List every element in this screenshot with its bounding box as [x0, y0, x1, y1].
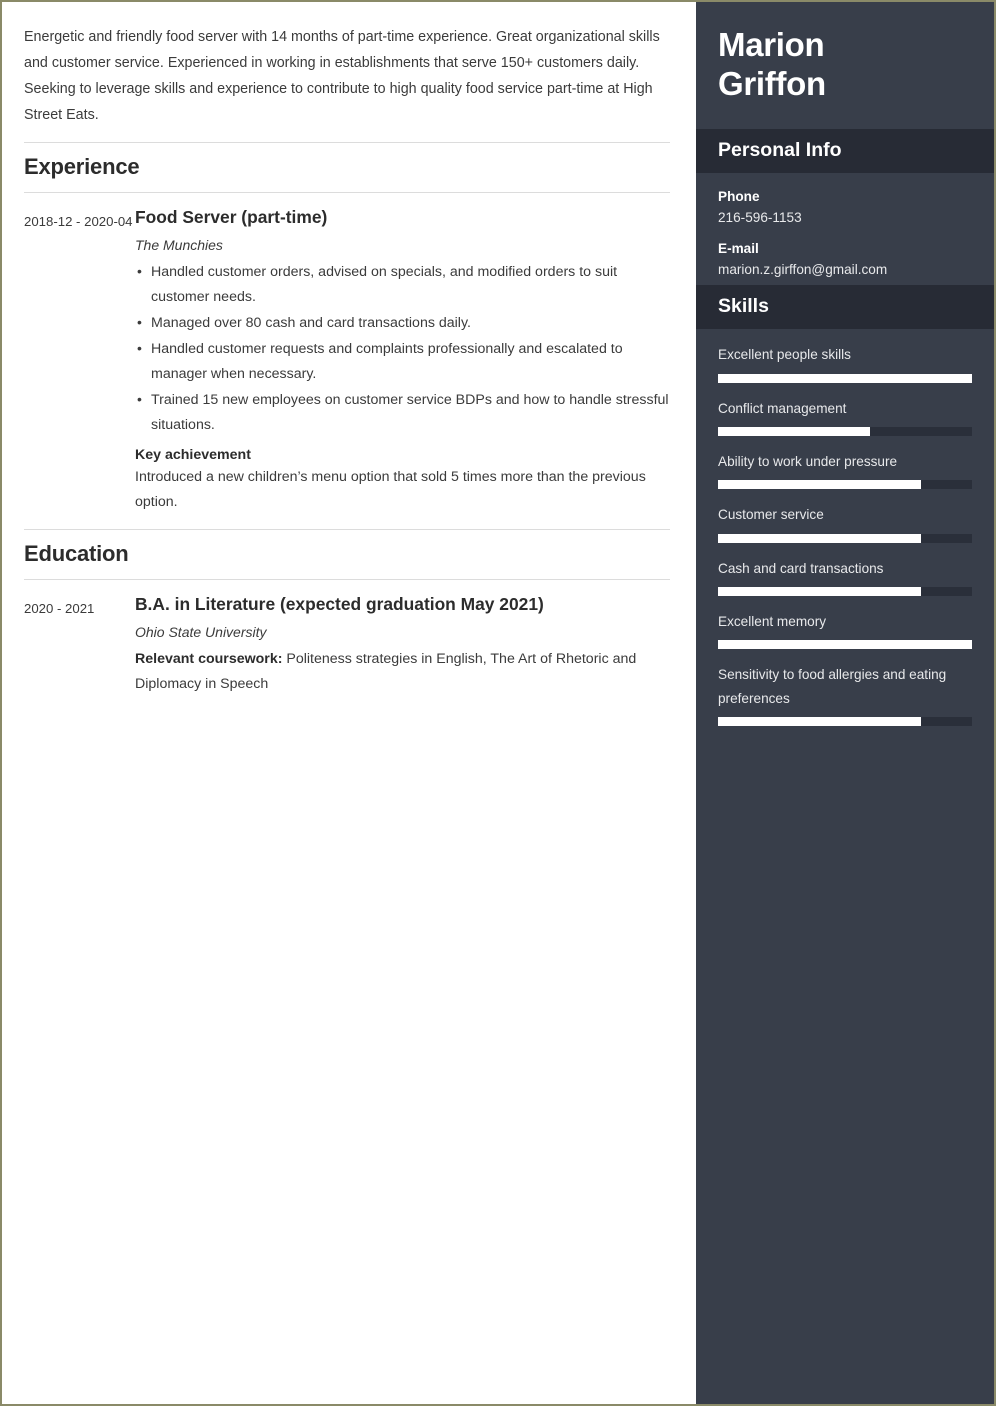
section-heading-experience: Experience: [24, 154, 140, 180]
resume-page: Energetic and friendly food server with …: [0, 0, 996, 1406]
skill-bar-track: [718, 533, 972, 543]
skill-label: Conflict management: [718, 400, 847, 416]
skill-bar-track: [718, 373, 972, 383]
skill-bar-track: [718, 717, 972, 727]
list-item: Handled customer orders, advised on spec…: [135, 259, 670, 310]
candidate-name-block: Marion Griffon: [696, 2, 994, 130]
skill-item: Conflict management: [718, 397, 972, 436]
experience-entry: 2018-12 - 2020-04 Food Server (part-time…: [24, 207, 670, 515]
phone-value: 216-596-1153: [718, 210, 802, 226]
relevant-coursework: Relevant coursework: Politeness strategi…: [135, 647, 670, 697]
email-label: E-mail: [718, 241, 759, 257]
skill-label: Ability to work under pressure: [718, 453, 898, 469]
sidebar-heading-skills: Skills: [696, 285, 994, 330]
skill-bar-fill: [718, 717, 922, 727]
education-divider-top: [24, 528, 670, 530]
job-title: Food Server (part-time): [135, 207, 328, 228]
phone-label: Phone: [718, 189, 760, 205]
skill-label: Customer service: [718, 507, 824, 523]
skill-bar-track: [718, 587, 972, 597]
education-entry: 2020 - 2021 B.A. in Literature (expected…: [24, 594, 670, 697]
skill-item: Sensitivity to food allergies and eating…: [718, 663, 972, 727]
skill-bar-track: [718, 480, 972, 490]
education-divider-bottom: [24, 578, 670, 580]
education-dates: 2020 - 2021: [24, 600, 95, 616]
skills-list: Excellent people skills Conflict managem…: [696, 329, 994, 744]
skill-bar-fill: [718, 587, 922, 597]
section-heading-education: Education: [24, 540, 129, 566]
skill-item: Customer service: [718, 503, 972, 543]
employer-name: The Munchies: [135, 237, 223, 254]
skill-bar-fill: [718, 640, 972, 650]
skill-label: Excellent people skills: [718, 347, 851, 363]
list-item: Trained 15 new employees on customer ser…: [135, 387, 670, 438]
key-achievement-label: Key achievement: [135, 446, 251, 463]
coursework-label: Relevant coursework:: [135, 650, 283, 667]
section-divider-top: [24, 142, 670, 144]
skill-label: Excellent memory: [718, 614, 827, 630]
skill-bar-track: [718, 640, 972, 650]
resume-sidebar: Marion Griffon Personal Info Phone 216-5…: [696, 2, 994, 1404]
experience-dates: 2018-12 - 2020-04: [24, 214, 133, 230]
candidate-first-name: Marion: [718, 26, 825, 63]
skill-item: Ability to work under pressure: [718, 450, 972, 490]
sidebar-heading-personal-info: Personal Info: [696, 129, 994, 174]
candidate-last-name: Griffon: [718, 64, 826, 102]
skill-bar-fill: [718, 426, 871, 436]
skill-item: Excellent people skills: [718, 343, 972, 383]
school-name: Ohio State University: [135, 623, 267, 640]
skill-item: Cash and card transactions: [718, 557, 972, 597]
skill-label: Cash and card transactions: [718, 560, 884, 576]
personal-info-body: Phone 216-596-1153 E-mail marion.z.girff…: [696, 173, 994, 285]
skill-label: Sensitivity to food allergies and eating…: [718, 667, 947, 706]
email-value: marion.z.girffon@gmail.com: [718, 262, 888, 278]
skill-bar-fill: [718, 373, 972, 383]
education-body: B.A. in Literature (expected graduation …: [135, 594, 670, 697]
skill-bar-fill: [718, 533, 922, 543]
list-item: Handled customer requests and complaints…: [135, 336, 670, 387]
resume-main-column: Energetic and friendly food server with …: [2, 2, 696, 1404]
professional-summary: Energetic and friendly food server with …: [24, 29, 660, 124]
degree-title: B.A. in Literature (expected graduation …: [135, 593, 544, 614]
list-item: Managed over 80 cash and card transactio…: [135, 310, 670, 336]
skill-bar-track: [718, 426, 972, 436]
skill-item: Excellent memory: [718, 610, 972, 650]
experience-bullet-list: Handled customer orders, advised on spec…: [135, 259, 670, 438]
section-divider-bottom: [24, 192, 670, 194]
key-achievement-text: Introduced a new children’s menu option …: [135, 468, 646, 510]
experience-body: Food Server (part-time) The Munchies Han…: [135, 207, 670, 515]
skill-bar-fill: [718, 480, 922, 490]
